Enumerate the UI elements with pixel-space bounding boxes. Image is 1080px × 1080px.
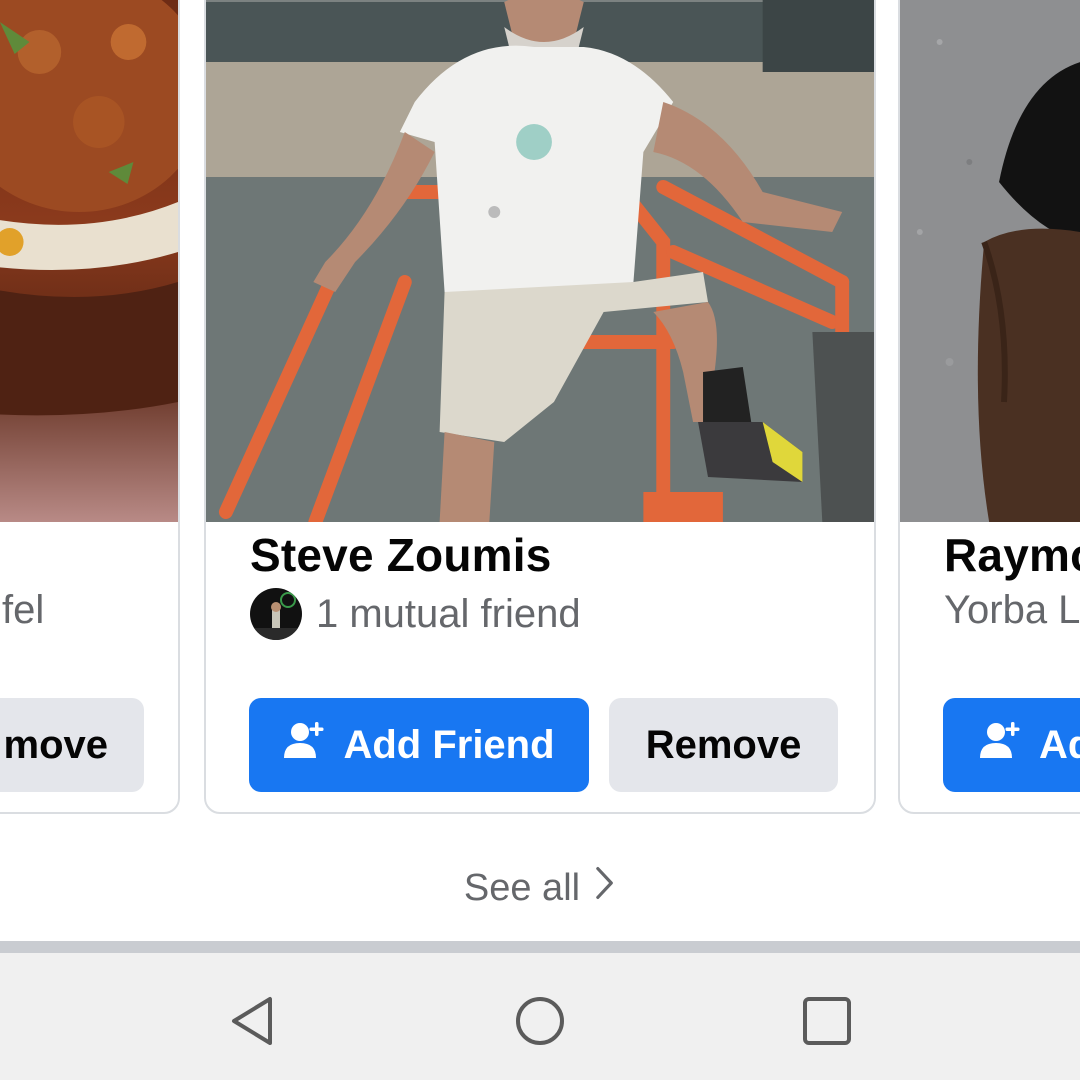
remove-button[interactable]: move (0, 698, 144, 792)
home-circle-icon[interactable] (510, 991, 570, 1051)
people-you-may-know-carousel[interactable]: fel move Steve Zoumis 1 mutual friend Ad… (0, 0, 1080, 830)
system-navigation-bar (0, 953, 1080, 1080)
profile-photo-raymond[interactable] (900, 0, 1080, 522)
add-friend-label: Add Friend (343, 722, 555, 767)
suggestion-card-right[interactable]: Raymo Yorba L Ad (898, 0, 1080, 814)
remove-button[interactable]: Remove (609, 698, 838, 792)
suggestion-name[interactable]: Steve Zoumis (250, 528, 552, 582)
suggestion-card-left[interactable]: fel move (0, 0, 180, 814)
recents-square-icon[interactable] (797, 991, 857, 1051)
suggestion-card-steve-zoumis[interactable]: Steve Zoumis 1 mutual friend Add Friend … (204, 0, 876, 814)
see-all-label: See all (463, 866, 581, 909)
add-person-icon (979, 718, 1023, 772)
add-person-icon (283, 718, 327, 772)
back-triangle-icon[interactable] (224, 991, 284, 1051)
mutual-friend-avatar (250, 588, 302, 640)
profile-photo-food[interactable] (0, 0, 178, 522)
mutual-friends-fragment: fel (2, 588, 45, 632)
mutual-friends[interactable]: 1 mutual friend (250, 588, 581, 640)
location-label: Yorba L (944, 588, 1080, 632)
remove-button-label: Remove (645, 722, 802, 767)
mutual-friends-label: 1 mutual friend (316, 591, 581, 636)
chevron-right-icon (594, 865, 616, 911)
add-friend-button[interactable]: Add Friend (249, 698, 589, 792)
remove-button-label: move (3, 722, 109, 767)
suggestion-name[interactable]: Raymo (944, 528, 1080, 582)
add-friend-label: Ad (1039, 722, 1080, 767)
section-divider (0, 941, 1080, 953)
add-friend-button[interactable]: Ad (943, 698, 1080, 792)
see-all-link[interactable]: See all (0, 862, 1080, 914)
profile-photo-steve-zoumis[interactable] (206, 0, 874, 522)
